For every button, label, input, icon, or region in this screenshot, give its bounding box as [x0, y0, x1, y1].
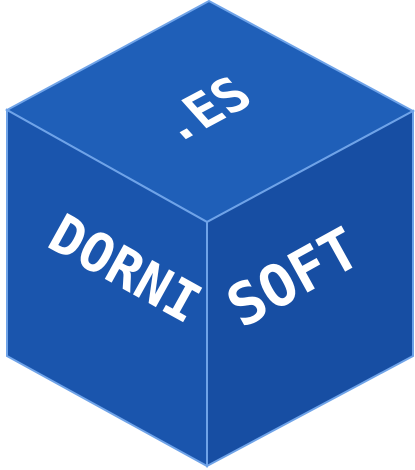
cube-logo: .ES DORNI SOFT: [4, 0, 415, 468]
logo-container: .ES DORNI SOFT: [0, 0, 415, 470]
